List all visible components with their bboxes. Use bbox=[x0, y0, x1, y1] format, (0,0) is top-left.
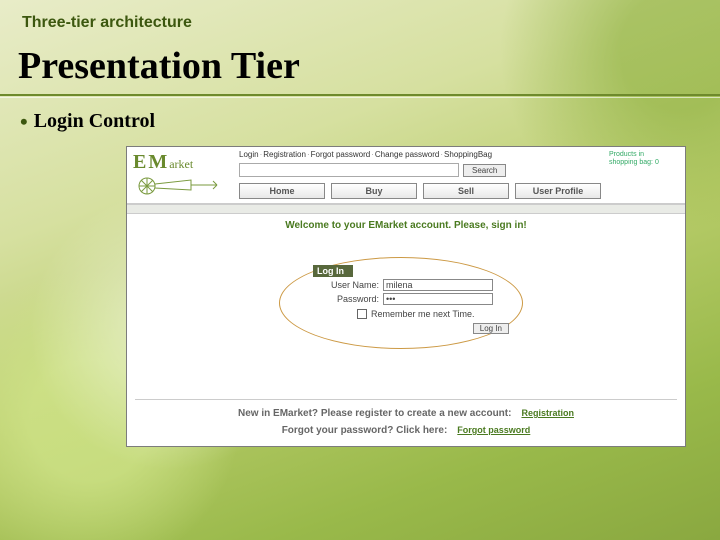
logo-rest: arket bbox=[169, 157, 193, 172]
forgot-text: Forgot your password? Click here: bbox=[282, 425, 448, 436]
login-area: Log In User Name: milena Password: ••• R… bbox=[127, 257, 685, 369]
sep-icon: · bbox=[260, 150, 263, 159]
remember-row: Remember me next Time. bbox=[357, 309, 509, 319]
util-shopping-bag[interactable]: ShoppingBag bbox=[444, 150, 492, 159]
sep-icon: · bbox=[371, 150, 374, 159]
bag-count: 0 bbox=[655, 159, 659, 166]
register-link[interactable]: Registration bbox=[521, 408, 574, 418]
logo-cap-m: M bbox=[148, 151, 167, 174]
username-label: User Name: bbox=[313, 280, 379, 290]
search-row: Search bbox=[235, 161, 607, 181]
app-header: E M arket Login bbox=[127, 147, 685, 204]
util-login[interactable]: Login bbox=[239, 150, 259, 159]
title-rule bbox=[0, 94, 720, 96]
login-header: Log In bbox=[313, 265, 353, 277]
sep-icon: · bbox=[307, 150, 310, 159]
register-row: New in EMarket? Please register to creat… bbox=[127, 400, 685, 423]
util-change-password[interactable]: Change password bbox=[375, 150, 439, 159]
login-submit-row: Log In bbox=[313, 323, 509, 334]
remember-label: Remember me next Time. bbox=[371, 309, 475, 319]
logo-cap-e: E bbox=[133, 151, 146, 174]
password-row: Password: ••• bbox=[313, 293, 509, 305]
forgot-row: Forgot your password? Click here: Forgot… bbox=[127, 423, 685, 446]
spacer bbox=[127, 204, 685, 214]
title-rule-light bbox=[0, 97, 720, 98]
forgot-link[interactable]: Forgot password bbox=[457, 425, 530, 435]
util-forgot-password[interactable]: Forgot password bbox=[311, 150, 371, 159]
search-button[interactable]: Search bbox=[463, 164, 506, 177]
util-registration[interactable]: Registration bbox=[263, 150, 306, 159]
bag-line1: Products in bbox=[609, 151, 683, 159]
remember-checkbox[interactable] bbox=[357, 309, 367, 319]
spacer bbox=[127, 369, 685, 399]
password-label: Password: bbox=[313, 294, 379, 304]
login-box: Log In User Name: milena Password: ••• R… bbox=[313, 265, 509, 334]
username-row: User Name: milena bbox=[313, 279, 509, 291]
spacer bbox=[127, 237, 685, 257]
register-text: New in EMarket? Please register to creat… bbox=[238, 408, 511, 419]
bag-summary: Products in shopping bag: 0 bbox=[607, 147, 685, 203]
tab-home[interactable]: Home bbox=[239, 183, 325, 199]
slide-title: Presentation Tier bbox=[18, 44, 300, 88]
logo: E M arket bbox=[127, 147, 235, 203]
login-button[interactable]: Log In bbox=[473, 323, 509, 334]
tab-user-profile[interactable]: User Profile bbox=[515, 183, 601, 199]
main-nav: Home Buy Sell User Profile bbox=[235, 181, 607, 203]
password-input[interactable]: ••• bbox=[383, 293, 493, 305]
search-input[interactable] bbox=[239, 163, 459, 177]
cart-icon bbox=[133, 172, 223, 196]
slide-kicker: Three-tier architecture bbox=[22, 14, 192, 32]
tab-buy[interactable]: Buy bbox=[331, 183, 417, 199]
username-input[interactable]: milena bbox=[383, 279, 493, 291]
logo-text: E M arket bbox=[133, 151, 229, 174]
app-screenshot: E M arket Login bbox=[126, 146, 686, 447]
sep-icon: · bbox=[440, 150, 443, 159]
tab-sell[interactable]: Sell bbox=[423, 183, 509, 199]
utility-nav: Login · Registration · Forgot password ·… bbox=[235, 147, 607, 161]
bullet-item: • Login Control bbox=[20, 110, 155, 133]
welcome-text: Welcome to your EMarket account. Please,… bbox=[127, 214, 685, 237]
bag-line2: shopping bag: bbox=[609, 159, 653, 166]
header-right: Login · Registration · Forgot password ·… bbox=[235, 147, 607, 203]
bullet-dot-icon: • bbox=[20, 111, 28, 133]
bullet-text: Login Control bbox=[34, 110, 155, 133]
